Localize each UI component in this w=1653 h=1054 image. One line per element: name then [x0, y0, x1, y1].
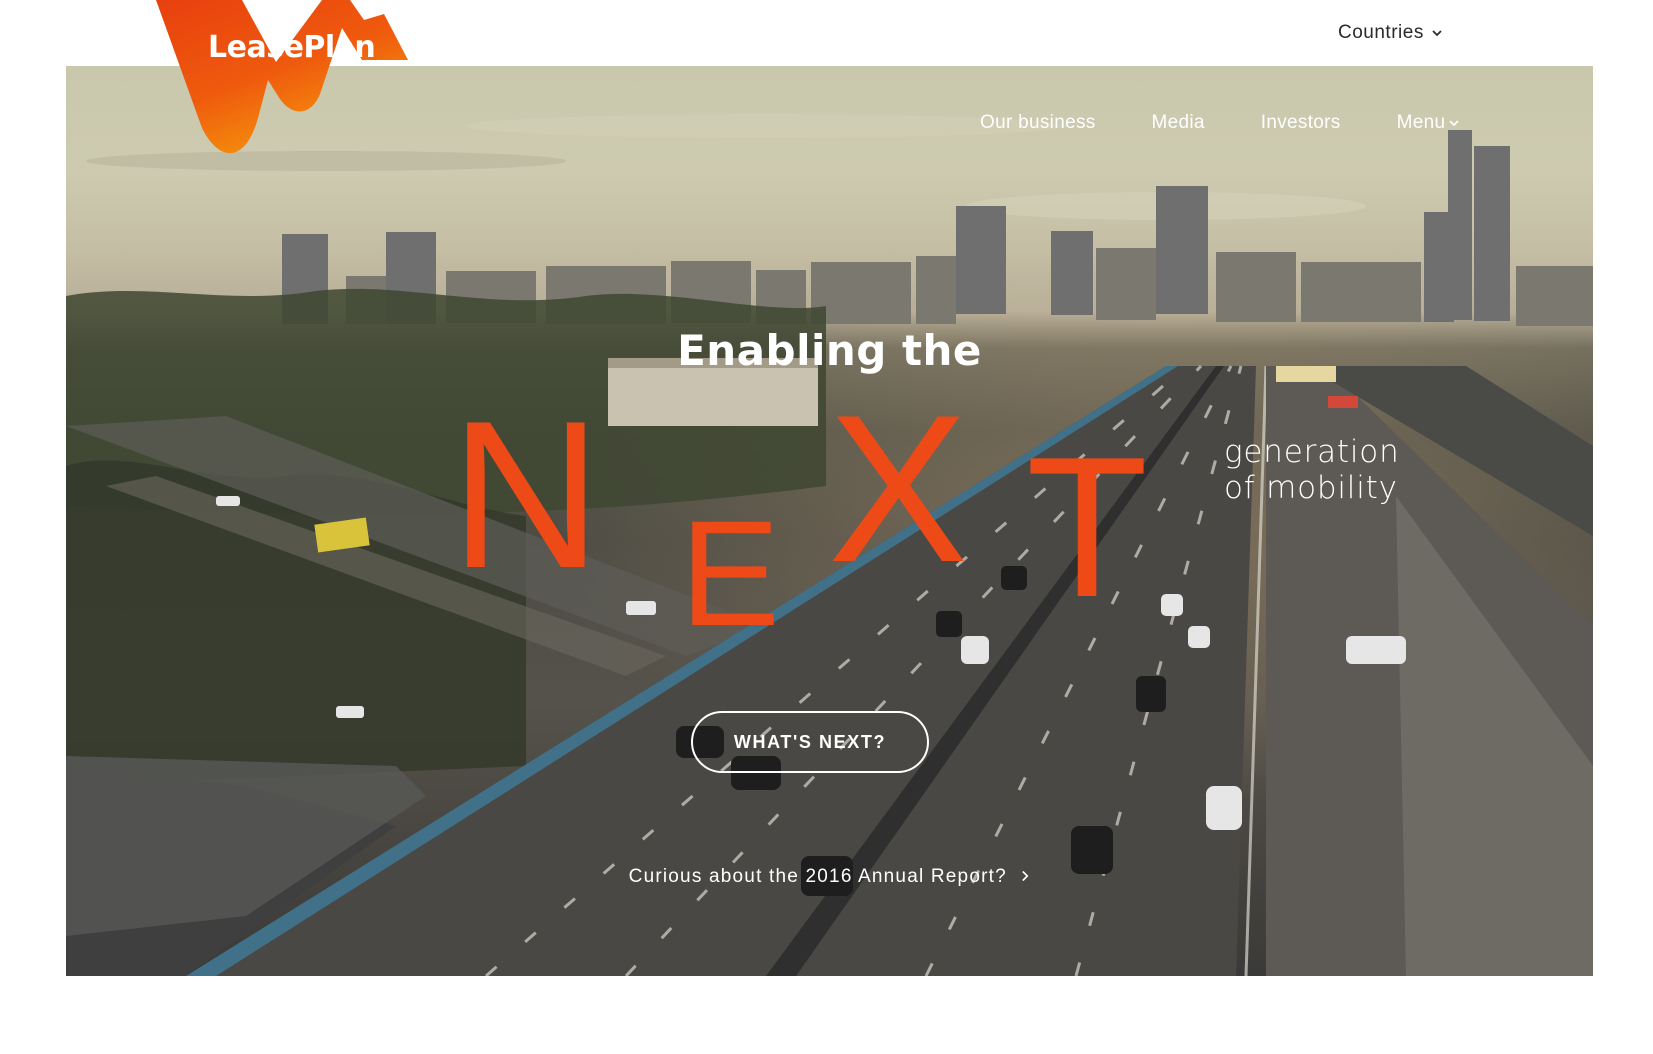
chevron-down-icon: [1449, 120, 1459, 127]
nav-label: Investors: [1260, 112, 1341, 133]
nav-label: Media: [1151, 112, 1205, 133]
leaseplan-logo[interactable]: LeasePlan: [150, 0, 422, 156]
hero-subtitle: generation of mobility: [1224, 434, 1400, 506]
hero-subtitle-line: generation: [1224, 434, 1400, 470]
chevron-down-icon: [1432, 30, 1442, 37]
headline-letter: X: [828, 371, 969, 606]
logo-wordmark: LeasePlan: [208, 30, 376, 65]
chevron-right-icon: [1022, 870, 1029, 882]
nav-label: Menu: [1396, 112, 1446, 133]
hero-section: Our business Media Investors Menu Enabli…: [66, 66, 1593, 976]
headline-letter: E: [680, 489, 781, 657]
headline-letter: T: [1026, 416, 1149, 639]
main-nav: Our business Media Investors Menu: [980, 112, 1459, 134]
annual-report-label: Curious about the 2016 Annual Report?: [628, 866, 1007, 887]
countries-selector[interactable]: Countries: [1338, 22, 1442, 44]
headline-letter: N: [450, 377, 602, 612]
logo-mark: [156, 0, 408, 154]
nav-investors[interactable]: Investors: [1261, 112, 1341, 134]
nav-menu[interactable]: Menu: [1397, 112, 1460, 134]
countries-label: Countries: [1338, 22, 1424, 43]
whats-next-button[interactable]: WHAT'S NEXT?: [691, 711, 929, 773]
hero-headline: N E X T: [66, 66, 1593, 766]
annual-report-link[interactable]: Curious about the 2016 Annual Report?: [66, 866, 1593, 888]
nav-our-business[interactable]: Our business: [980, 112, 1096, 134]
nav-media[interactable]: Media: [1152, 112, 1205, 134]
hero-subtitle-line: of mobility: [1224, 470, 1398, 506]
nav-label: Our business: [980, 112, 1096, 133]
